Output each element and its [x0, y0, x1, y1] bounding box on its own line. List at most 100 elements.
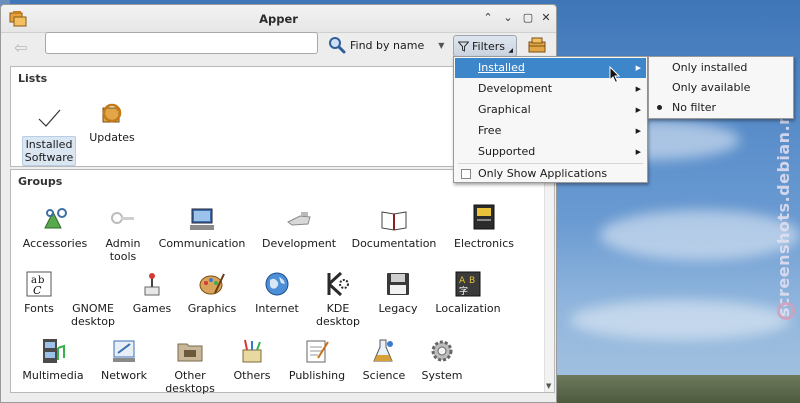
games-icon — [144, 273, 160, 296]
groups-scrollbar[interactable]: ▼ — [544, 170, 554, 392]
group-system[interactable]: System — [417, 338, 467, 382]
accessories-icon — [44, 208, 67, 229]
communication-label: Communication — [158, 237, 246, 250]
search-input[interactable] — [45, 32, 318, 54]
documentation-label: Documentation — [351, 237, 437, 250]
system-gear-icon — [431, 340, 453, 362]
graphics-icon — [199, 273, 225, 295]
localization-label: Localization — [435, 302, 501, 315]
group-electronics[interactable]: Electronics — [449, 202, 519, 250]
documentation-icon — [381, 211, 407, 231]
menu-item-free[interactable]: Free ▶ — [455, 121, 646, 141]
fonts-label: Fonts — [24, 302, 54, 315]
submenu-arrow-icon: ▶ — [635, 64, 641, 72]
submenu-arrow-icon: ▶ — [635, 106, 641, 114]
submenu-item-only-installed[interactable]: Only installed — [650, 58, 792, 78]
keep-above-button[interactable]: ⌃ — [481, 11, 495, 25]
group-admin-tools[interactable]: Admin tools — [97, 206, 149, 263]
menu-item-graphical-label: Graphical — [478, 103, 531, 116]
submenu-arrow-icon: ▶ — [635, 85, 641, 93]
internet-label: Internet — [255, 302, 299, 315]
find-by-name-button[interactable]: Find by name ▼ — [328, 35, 444, 55]
window-title: Apper — [259, 12, 298, 26]
no-filter-label: No filter — [672, 101, 717, 114]
only-show-applications-checkbox[interactable] — [461, 169, 471, 179]
menu-item-supported-label: Supported — [478, 145, 536, 158]
accessories-label: Accessories — [22, 237, 88, 250]
group-development[interactable]: Development — [259, 206, 339, 250]
group-network[interactable]: Network — [99, 338, 149, 382]
admin-tools-label-2: tools — [109, 250, 137, 263]
chevron-down-icon: ◢ — [508, 47, 513, 54]
group-legacy[interactable]: Legacy — [373, 271, 423, 315]
find-by-name-label: Find by name — [350, 38, 425, 52]
minimize-button[interactable]: ⌄ — [501, 11, 515, 25]
games-label: Games — [132, 302, 172, 315]
group-others[interactable]: Others — [229, 338, 275, 382]
group-science[interactable]: Science — [359, 338, 409, 382]
menu-item-graphical[interactable]: Graphical ▶ — [455, 100, 646, 120]
group-other-desktops[interactable]: Other desktops — [161, 338, 219, 395]
group-localization[interactable]: A B 字 Localization — [431, 271, 505, 315]
group-fonts[interactable]: a b C Fonts — [21, 271, 57, 315]
list-item-updates[interactable]: Updates — [87, 100, 137, 144]
group-kde-desktop[interactable]: KDE desktop — [311, 271, 365, 328]
gnome-desktop-label-1: GNOME — [72, 302, 114, 315]
group-communication[interactable]: Communication — [155, 206, 249, 250]
legacy-floppy-icon — [387, 273, 409, 295]
maximize-button[interactable]: ▢ — [521, 11, 535, 25]
electronics-label: Electronics — [454, 237, 514, 250]
electronics-icon — [473, 204, 495, 230]
group-documentation[interactable]: Documentation — [349, 206, 439, 250]
checkmark-icon — [38, 109, 61, 127]
submenu-item-no-filter[interactable]: No filter — [650, 98, 792, 118]
group-multimedia[interactable]: Multimedia — [21, 338, 85, 382]
search-icon — [329, 37, 346, 54]
group-internet[interactable]: Internet — [251, 271, 303, 315]
group-accessories[interactable]: Accessories — [21, 206, 89, 250]
multimedia-label: Multimedia — [22, 369, 84, 382]
only-installed-label: Only installed — [672, 61, 748, 74]
group-graphics[interactable]: Graphics — [183, 271, 241, 315]
other-desktops-label-1: Other — [174, 369, 206, 382]
lists-heading: Lists — [18, 72, 48, 85]
internet-globe-icon — [265, 272, 289, 296]
communication-icon — [190, 208, 214, 230]
publishing-icon — [306, 340, 329, 363]
list-item-installed-software[interactable]: Installed Software — [21, 105, 77, 166]
svg-text:A: A — [459, 276, 466, 286]
menu-item-supported[interactable]: Supported ▶ — [455, 142, 646, 162]
svg-text:B: B — [469, 276, 475, 286]
only-available-label: Only available — [672, 81, 751, 94]
gnome-desktop-icon — [80, 271, 106, 297]
system-label: System — [421, 369, 463, 382]
multimedia-icon — [43, 339, 65, 363]
group-games[interactable]: Games — [129, 271, 175, 315]
gnome-desktop-label-2: desktop — [71, 315, 115, 328]
filters-button[interactable]: Filters ◢ — [453, 35, 517, 57]
admin-tools-label-1: Admin — [105, 237, 141, 250]
submenu-item-only-available[interactable]: Only available — [650, 78, 792, 98]
groups-panel: Groups Accessories Admin tools Communica… — [10, 169, 555, 395]
development-icon — [287, 212, 311, 226]
filters-label: Filters — [472, 39, 505, 53]
menu-item-only-show-applications[interactable]: Only Show Applications — [455, 164, 646, 184]
kde-desktop-label-2: desktop — [316, 315, 360, 328]
development-label: Development — [261, 237, 337, 250]
kde-desktop-icon — [327, 271, 349, 297]
back-arrow-icon[interactable]: ⇦ — [14, 39, 34, 59]
network-label: Network — [101, 369, 147, 382]
close-button[interactable]: ✕ — [539, 11, 553, 25]
network-icon — [113, 340, 135, 362]
others-icon — [242, 339, 262, 363]
svg-text:字: 字 — [459, 285, 468, 297]
menu-item-installed-label: Installed — [478, 61, 525, 74]
group-publishing[interactable]: Publishing — [285, 338, 349, 382]
scroll-down-arrow-icon[interactable]: ▼ — [546, 382, 551, 390]
package-settings-icon[interactable] — [527, 36, 547, 54]
title-bar[interactable]: Apper ⌃ ⌄ ▢ ✕ — [1, 5, 556, 33]
only-show-applications-label: Only Show Applications — [478, 167, 608, 180]
installed-submenu: Only installed Only available No filter — [648, 56, 794, 119]
fonts-icon: a b C — [26, 271, 52, 297]
group-gnome-desktop[interactable]: GNOME desktop — [67, 271, 119, 328]
